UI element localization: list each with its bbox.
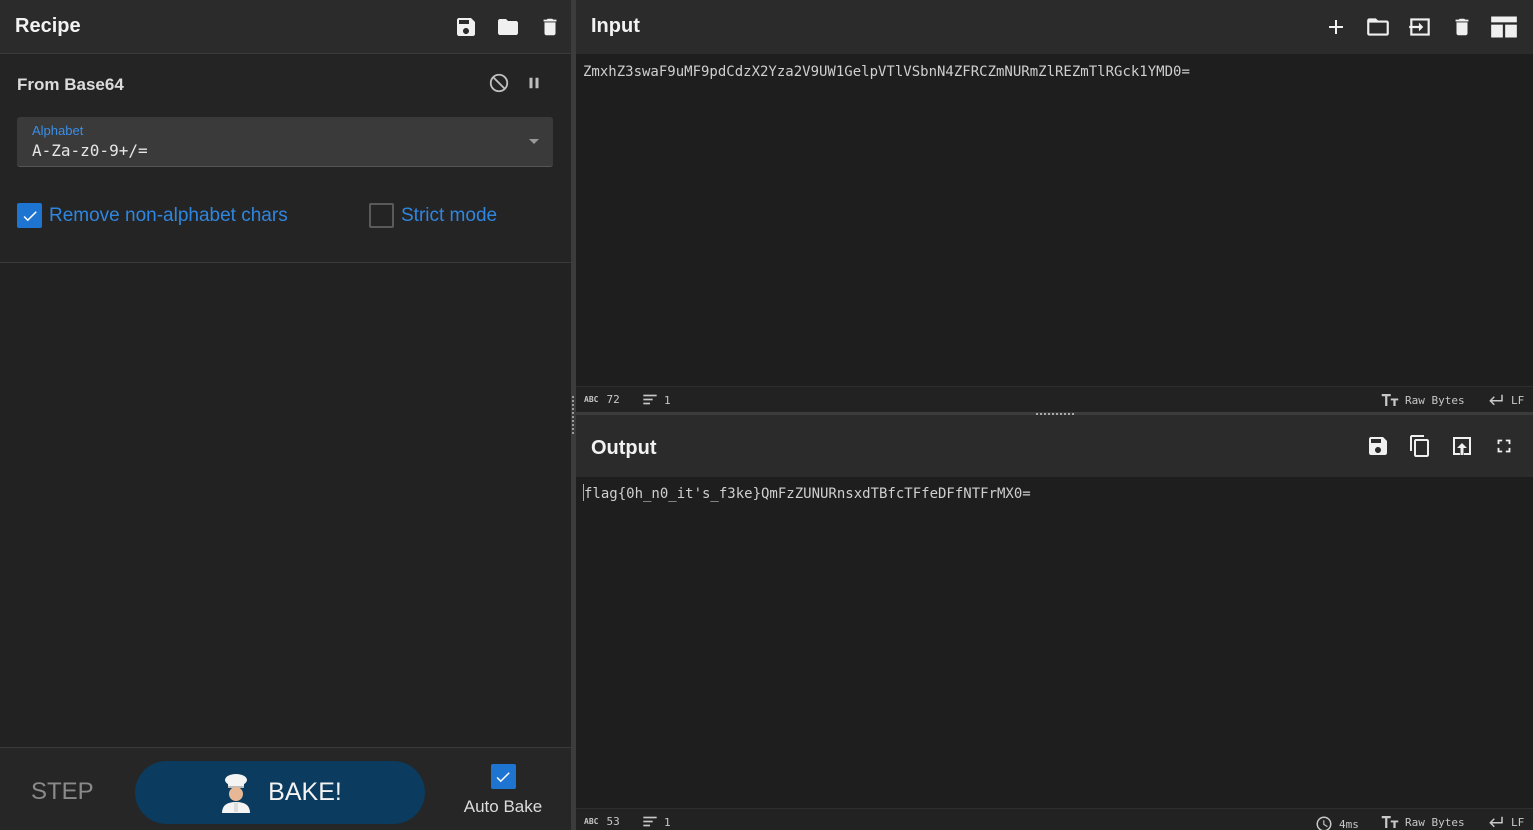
recipe-title: Recipe (15, 15, 81, 37)
save-icon (1369, 437, 1387, 455)
return-arrow-icon (1489, 394, 1503, 406)
checkbox-checked-icon (17, 203, 42, 228)
text-format-icon (1381, 394, 1399, 406)
output-encoding: Raw Bytes (1405, 815, 1465, 829)
length-icon: ABC (584, 395, 599, 404)
output-eol: LF (1511, 815, 1525, 829)
operation-from-base64[interactable]: From Base64 Alphabet A-Za-z0-9+/= Remove… (0, 55, 571, 263)
import-icon (1409, 18, 1430, 36)
auto-bake-label: Auto Bake (463, 797, 543, 816)
operation-title: From Base64 (17, 75, 124, 94)
copy-output-button[interactable] (1399, 415, 1441, 477)
alphabet-label: Alphabet (32, 123, 84, 138)
copy-icon (1410, 435, 1429, 457)
layout-icon (1491, 16, 1517, 38)
length-icon: ABC (584, 817, 599, 826)
output-title: Output (591, 437, 657, 459)
alphabet-select[interactable]: Alphabet A-Za-z0-9+/= (17, 117, 553, 167)
disable-icon (489, 73, 509, 93)
recipe-panel: Recipe From Base64 Alphabet A-Za-z0-9+/= (0, 0, 571, 830)
input-lines: 1 (664, 393, 671, 407)
trash-icon (543, 18, 557, 36)
add-input-tab-button[interactable] (1315, 0, 1357, 54)
remove-non-alphabet-label: Remove non-alphabet chars (49, 204, 288, 226)
input-eol-button[interactable]: LF (1487, 393, 1524, 407)
output-header: Output (576, 415, 1533, 477)
folder-icon (1367, 18, 1389, 36)
auto-bake-checkbox[interactable]: Auto Bake (455, 764, 551, 817)
output-text: flag{0h_n0_it's_f3ke}QmFzZUNURnsxdTBfcTF… (584, 486, 1031, 502)
remove-non-alphabet-checkbox[interactable]: Remove non-alphabet chars (17, 203, 288, 228)
input-pane: Input ZmxhZ3swaF9uMF9pdCdzX2Yza2V9UW1Gel… (576, 0, 1533, 412)
recipe-header: Recipe (0, 0, 571, 54)
output-eol-button[interactable]: LF (1487, 815, 1524, 829)
strict-mode-label: Strict mode (401, 204, 498, 226)
disable-operation-button[interactable] (487, 71, 511, 95)
dropdown-caret-icon (529, 139, 539, 144)
return-arrow-icon (1489, 816, 1503, 828)
save-recipe-button[interactable] (445, 0, 487, 54)
input-length: 72 (606, 393, 620, 406)
reset-layout-button[interactable] (1483, 0, 1525, 54)
breakpoint-button[interactable] (522, 71, 546, 95)
clear-recipe-button[interactable] (529, 0, 571, 54)
bake-time: 4ms (1339, 817, 1359, 830)
replace-input-icon (1453, 437, 1471, 455)
checkbox-unchecked-icon (369, 203, 394, 228)
output-length: 53 (606, 815, 620, 828)
strict-mode-checkbox[interactable]: Strict mode (369, 203, 497, 228)
folder-icon (498, 19, 518, 35)
output-status-bar: ABC 53 1 4ms Raw Bytes LF (576, 808, 1533, 830)
lines-icon (643, 394, 657, 405)
output-text-area[interactable]: flag{0h_n0_it's_f3ke}QmFzZUNURnsxdTBfcTF… (583, 484, 1031, 502)
input-status-bar: ABC 72 1 Raw Bytes LF (576, 386, 1533, 412)
lines-icon (643, 816, 657, 827)
save-icon (457, 18, 475, 36)
clear-input-button[interactable] (1441, 0, 1483, 54)
replace-input-button[interactable] (1441, 415, 1483, 477)
plus-icon (1329, 20, 1343, 34)
output-encoding-button[interactable]: Raw Bytes (1381, 815, 1465, 829)
bake-label: BAKE! (268, 778, 342, 806)
input-title: Input (591, 15, 640, 37)
checkbox-checked-icon (490, 764, 516, 789)
fullscreen-icon (1497, 439, 1511, 453)
step-button[interactable]: STEP (31, 778, 94, 806)
bake-button[interactable]: BAKE! (135, 761, 425, 824)
chef-icon (222, 773, 251, 813)
vertical-resize-handle[interactable] (572, 396, 574, 434)
input-encoding-button[interactable]: Raw Bytes (1381, 393, 1465, 407)
trash-icon (1455, 18, 1469, 36)
save-output-button[interactable] (1357, 415, 1399, 477)
input-header: Input (576, 0, 1533, 54)
input-eol: LF (1511, 393, 1525, 407)
input-text-area[interactable]: ZmxhZ3swaF9uMF9pdCdzX2Yza2V9UW1GelpVTlVS… (583, 64, 1190, 80)
load-recipe-button[interactable] (487, 0, 529, 54)
clock-icon (1316, 816, 1332, 830)
text-format-icon (1381, 816, 1399, 828)
input-encoding: Raw Bytes (1405, 393, 1465, 407)
recipe-footer: STEP BAKE! Auto Bake (0, 747, 571, 830)
alphabet-value: A-Za-z0-9+/= (32, 141, 148, 160)
output-lines: 1 (664, 815, 671, 829)
pause-icon (529, 77, 539, 89)
maximise-output-button[interactable] (1483, 415, 1525, 477)
open-file-button[interactable] (1399, 0, 1441, 54)
open-folder-button[interactable] (1357, 0, 1399, 54)
output-pane: Output flag{0h_n0_it's_f3ke}QmFzZUNURnsx… (576, 415, 1533, 830)
